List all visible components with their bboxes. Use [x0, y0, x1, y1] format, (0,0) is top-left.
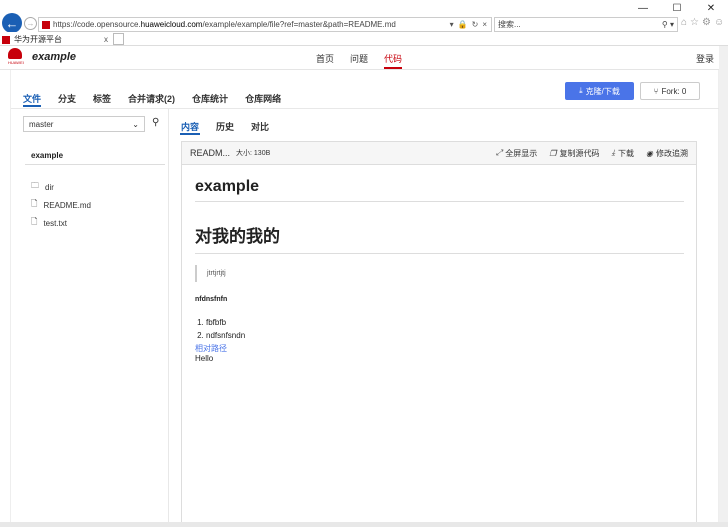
file-header: READM... 大小: 130B ⤢ 全屏显示 ❐ 复制源代码 ⤓ 下载 ◉ 修改追溯 — [182, 142, 696, 165]
download-icon: ⤓ — [611, 148, 616, 157]
search-icon[interactable]: ⚲ ▾ — [662, 20, 674, 29]
browser-search-input[interactable]: 搜索... ⚲ ▾ — [494, 17, 678, 32]
eye-icon: ◉ — [646, 148, 653, 158]
browser-chrome: — ☐ ✕ ← → https://code.opensource.huawei… — [0, 0, 728, 33]
file-box: READM... 大小: 130B ⤢ 全屏显示 ❐ 复制源代码 ⤓ 下载 ◉ 修改追溯… — [181, 141, 697, 523]
refresh-icon[interactable]: ↻ — [472, 20, 479, 29]
tab-branches[interactable]: 分支 — [58, 92, 76, 105]
file-name: READM... — [190, 148, 231, 158]
home-icon[interactable]: ⌂ — [681, 17, 687, 28]
nav-code[interactable]: 代码 — [384, 52, 403, 69]
nav-home[interactable]: 首页 — [316, 52, 334, 69]
back-button[interactable]: ← — [2, 13, 22, 33]
tab-strip: 华为开源平台 x — [0, 32, 728, 46]
main-nav: 首页 问题 代码 — [316, 52, 403, 69]
fork-button[interactable]: ⑂ Fork: 0 — [640, 82, 700, 100]
md-relative-link[interactable]: 相对路径 — [195, 343, 684, 354]
close-window-button[interactable]: ✕ — [694, 0, 728, 16]
file-size: 大小: 130B — [236, 150, 271, 157]
repo-page: 文件 分支 标签 合并请求(2) 仓库统计 仓库网络 ⤓ 克隆/下载 ⑂ For… — [10, 70, 720, 523]
tab-content[interactable]: 内容 — [179, 120, 201, 135]
md-blockquote: jtrtjrtjtj — [195, 265, 684, 282]
maximize-button[interactable]: ☐ — [660, 0, 694, 16]
tree-item-readme[interactable]: 🗋 README.md — [31, 198, 91, 212]
tree-item-test[interactable]: 🗋 test.txt — [31, 216, 67, 230]
tab-compare[interactable]: 对比 — [251, 120, 269, 133]
expand-icon: ⤢ — [495, 148, 503, 157]
list-item: fbfbfb — [206, 316, 684, 329]
stop-icon[interactable]: × — [482, 20, 487, 29]
blame-button[interactable]: ◉ 修改追溯 — [646, 148, 688, 159]
download-button[interactable]: ⤓ 下载 — [611, 148, 634, 159]
dropdown-icon[interactable]: ▾ — [450, 20, 454, 29]
lock-icon[interactable]: 🔒 — [458, 20, 468, 29]
tab-merge-requests[interactable]: 合并请求(2) — [128, 92, 175, 105]
list-item: ndfsnfsndn — [206, 329, 684, 342]
copy-source-button[interactable]: ❐ 复制源代码 — [549, 148, 599, 159]
smiley-icon[interactable]: ☺ — [714, 17, 724, 28]
tab-repo-stats[interactable]: 仓库统计 — [192, 92, 228, 105]
tab-history[interactable]: 历史 — [216, 120, 234, 133]
site-favicon-icon — [42, 20, 50, 29]
file-icon: 🗋 — [31, 217, 38, 226]
clone-download-button[interactable]: ⤓ 克隆/下载 — [565, 82, 634, 100]
tree-root-title[interactable]: example — [31, 151, 63, 160]
arrow-right-icon: → — [26, 19, 35, 28]
fork-icon: ⑂ — [653, 86, 659, 96]
huawei-logo-icon — [8, 48, 22, 59]
md-heading-2: 对我的我的 — [195, 222, 684, 254]
download-icon: ⤓ — [579, 86, 583, 95]
branch-select[interactable]: master ⌄ — [23, 116, 145, 132]
window-controls: — ☐ ✕ — [626, 0, 728, 16]
file-view-panel: 内容 历史 对比 READM... 大小: 130B ⤢ 全屏显示 ❐ 复制源代码 … — [169, 108, 720, 523]
chevron-down-icon: ⌄ — [132, 119, 139, 129]
url-text[interactable]: https://code.opensource.huaweicloud.com/… — [53, 20, 450, 29]
site-header: HUAWEI example 首页 问题 代码 登录 — [0, 46, 728, 70]
file-icon: 🗋 — [31, 199, 38, 208]
search-icon[interactable]: ⚲ — [152, 117, 159, 128]
md-ordered-list: fbfbfb ndfsnfsndn — [195, 316, 684, 342]
tab-files[interactable]: 文件 — [23, 92, 42, 107]
fullscreen-button[interactable]: ⤢ 全屏显示 — [496, 148, 537, 159]
forward-button[interactable]: → — [24, 17, 37, 30]
tab-tags[interactable]: 标签 — [93, 92, 111, 105]
browser-tab[interactable]: 华为开源平台 x — [2, 33, 110, 46]
divider — [25, 164, 165, 165]
repo-tabs: 文件 分支 标签 合并请求(2) 仓库统计 仓库网络 — [23, 92, 281, 107]
copy-icon: ❐ — [549, 148, 557, 158]
nav-issues[interactable]: 问题 — [350, 52, 368, 69]
file-tree-panel: master ⌄ ⚲ example 🗀 dir 🗋 README.md 🗋 t… — [11, 108, 169, 522]
md-heading-4: nfdnsfnfn — [195, 296, 228, 303]
favorites-star-icon[interactable]: ☆ — [690, 17, 699, 28]
huawei-logo[interactable]: HUAWEI — [8, 48, 24, 68]
md-heading-1: example — [195, 178, 684, 202]
tab-repo-network[interactable]: 仓库网络 — [245, 92, 281, 105]
minimize-button[interactable]: — — [626, 0, 660, 16]
tab-title: 华为开源平台 — [14, 35, 62, 44]
arrow-left-icon: ← — [5, 15, 19, 31]
folder-icon: 🗀 — [31, 181, 39, 190]
markdown-body: example 对我的我的 jtrtjrtjtj nfdnsfnfn fbfbf… — [182, 165, 696, 363]
login-link[interactable]: 登录 — [696, 52, 714, 65]
tree-item-dir[interactable]: 🗀 dir — [31, 180, 54, 194]
horizontal-scrollbar[interactable] — [0, 522, 728, 527]
address-bar[interactable]: https://code.opensource.huaweicloud.com/… — [38, 17, 492, 32]
tab-close-icon[interactable]: x — [104, 35, 108, 44]
file-tabs: 内容 历史 对比 — [179, 120, 269, 135]
settings-gear-icon[interactable]: ⚙ — [702, 17, 711, 28]
md-text: Hello — [195, 354, 214, 363]
new-tab-button[interactable] — [113, 33, 124, 45]
project-name[interactable]: example — [32, 51, 76, 63]
vertical-scrollbar[interactable] — [719, 46, 728, 522]
tab-favicon-icon — [2, 35, 10, 44]
